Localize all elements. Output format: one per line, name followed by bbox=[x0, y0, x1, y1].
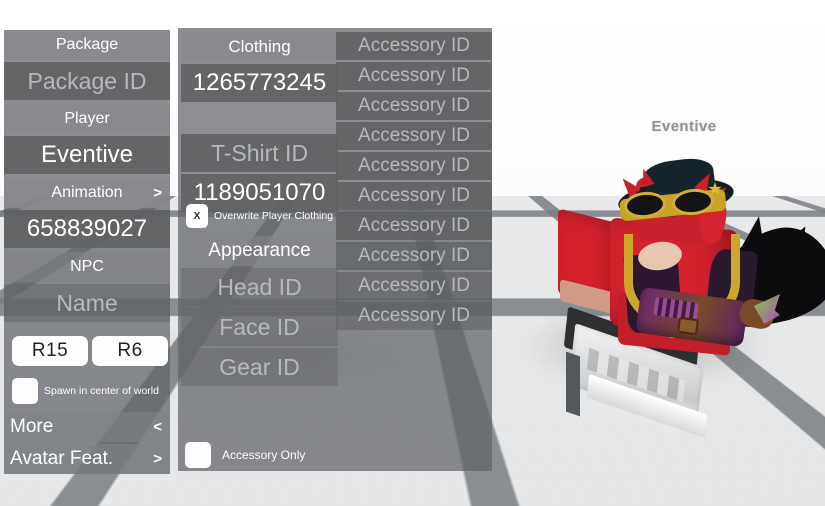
t-shirt-id-input[interactable]: T-Shirt ID bbox=[181, 134, 338, 172]
gear-id-text: Gear ID bbox=[219, 353, 300, 380]
accessory-id-text-1: Accessory ID bbox=[358, 35, 470, 56]
overwrite-checkmark: X bbox=[193, 210, 201, 222]
animation-id-input[interactable]: 658839027 bbox=[4, 210, 170, 248]
rig-r15-button[interactable]: R15 bbox=[12, 336, 88, 366]
npc-name-text: Name bbox=[56, 289, 118, 316]
face-id-text: Face ID bbox=[219, 313, 300, 340]
chevron-left-icon: < bbox=[153, 418, 162, 436]
animation-id-text: 658839027 bbox=[26, 215, 148, 242]
gauntlet-buckle bbox=[676, 316, 700, 336]
overwrite-player-clothing-checkbox[interactable]: X bbox=[186, 204, 208, 228]
player-label-text: Player bbox=[64, 110, 110, 127]
spawn-center-label: Spawn in center of world bbox=[44, 385, 159, 397]
npc-name-input[interactable]: Name bbox=[4, 284, 170, 322]
more-row[interactable]: More < bbox=[4, 412, 170, 442]
overwrite-player-clothing-label: Overwrite Player Clothing bbox=[214, 210, 334, 222]
pants-id-text: 1189051070 bbox=[193, 179, 326, 206]
appearance-label-text: Appearance bbox=[208, 240, 311, 261]
t-shirt-id-text: T-Shirt ID bbox=[210, 139, 309, 166]
npc-label: NPC bbox=[4, 252, 170, 282]
package-id-text: Package ID bbox=[27, 67, 147, 94]
accessory-id-input-1[interactable]: Accessory ID bbox=[336, 32, 492, 60]
accessory-id-input-4[interactable]: Accessory ID bbox=[336, 122, 492, 150]
face-id-input[interactable]: Face ID bbox=[181, 308, 338, 346]
shirt-id-input[interactable]: 1265773245 bbox=[181, 64, 338, 102]
head-id-input[interactable]: Head ID bbox=[181, 268, 338, 306]
accessory-id-input-3[interactable]: Accessory ID bbox=[336, 92, 492, 120]
package-id-input[interactable]: Package ID bbox=[4, 62, 170, 100]
chevron-right-icon-2: > bbox=[153, 450, 162, 468]
head-id-text: Head ID bbox=[217, 273, 302, 300]
gear-board-side bbox=[566, 351, 580, 417]
avatar-feat-label: Avatar Feat. bbox=[10, 448, 114, 469]
accessory-id-text-10: Accessory ID bbox=[358, 305, 470, 326]
spawn-center-checkbox[interactable] bbox=[12, 378, 38, 404]
player-label: Player bbox=[4, 104, 170, 134]
accessory-list-panel: Accessory ID Accessory ID Accessory ID A… bbox=[336, 32, 492, 338]
avatar-nameplate: Eventive bbox=[651, 118, 717, 135]
avatar-feat-row[interactable]: Avatar Feat. > bbox=[4, 444, 170, 474]
accessory-id-text-4: Accessory ID bbox=[358, 125, 470, 146]
rig-r6-label: R6 bbox=[117, 340, 143, 361]
accessory-only-label: Accessory Only bbox=[222, 448, 306, 462]
accessory-only-checkbox[interactable] bbox=[185, 442, 211, 468]
chevron-right-icon: > bbox=[153, 184, 162, 202]
accessory-id-input-7[interactable]: Accessory ID bbox=[336, 212, 492, 240]
avatar-character bbox=[548, 155, 825, 448]
package-label-text: Package bbox=[55, 36, 119, 53]
accessory-id-input-9[interactable]: Accessory ID bbox=[336, 272, 492, 300]
accessory-id-input-5[interactable]: Accessory ID bbox=[336, 152, 492, 180]
rig-r6-button[interactable]: R6 bbox=[92, 336, 168, 366]
animation-label-text: Animation bbox=[51, 184, 123, 201]
more-label: More bbox=[10, 416, 54, 437]
accessory-id-text-2: Accessory ID bbox=[358, 65, 470, 86]
npc-label-text: NPC bbox=[70, 258, 104, 275]
rig-r15-label: R15 bbox=[31, 340, 69, 361]
clothing-label: Clothing bbox=[181, 32, 338, 62]
player-name-text: Eventive bbox=[40, 141, 134, 168]
accessory-id-text-5: Accessory ID bbox=[358, 155, 470, 176]
accessory-id-input-10[interactable]: Accessory ID bbox=[336, 302, 492, 330]
accessory-id-text-9: Accessory ID bbox=[358, 275, 470, 296]
npc-settings-panel: Package Package ID Player Eventive Anima… bbox=[4, 30, 170, 474]
accessory-id-input-6[interactable]: Accessory ID bbox=[336, 182, 492, 210]
player-name-input[interactable]: Eventive bbox=[4, 136, 170, 174]
accessory-id-text-8: Accessory ID bbox=[358, 245, 470, 266]
accessory-id-input-2[interactable]: Accessory ID bbox=[336, 62, 492, 90]
accessory-id-text-7: Accessory ID bbox=[358, 215, 470, 236]
shirt-id-text: 1265773245 bbox=[192, 69, 327, 96]
clothing-label-text: Clothing bbox=[228, 37, 291, 56]
appearance-label: Appearance bbox=[181, 236, 338, 266]
accessory-id-input-8[interactable]: Accessory ID bbox=[336, 242, 492, 270]
gear-id-input[interactable]: Gear ID bbox=[181, 348, 338, 386]
animation-row[interactable]: Animation > bbox=[4, 178, 170, 208]
accessory-id-text-6: Accessory ID bbox=[358, 185, 470, 206]
package-label: Package bbox=[4, 30, 170, 60]
accessory-id-text-3: Accessory ID bbox=[358, 95, 470, 116]
